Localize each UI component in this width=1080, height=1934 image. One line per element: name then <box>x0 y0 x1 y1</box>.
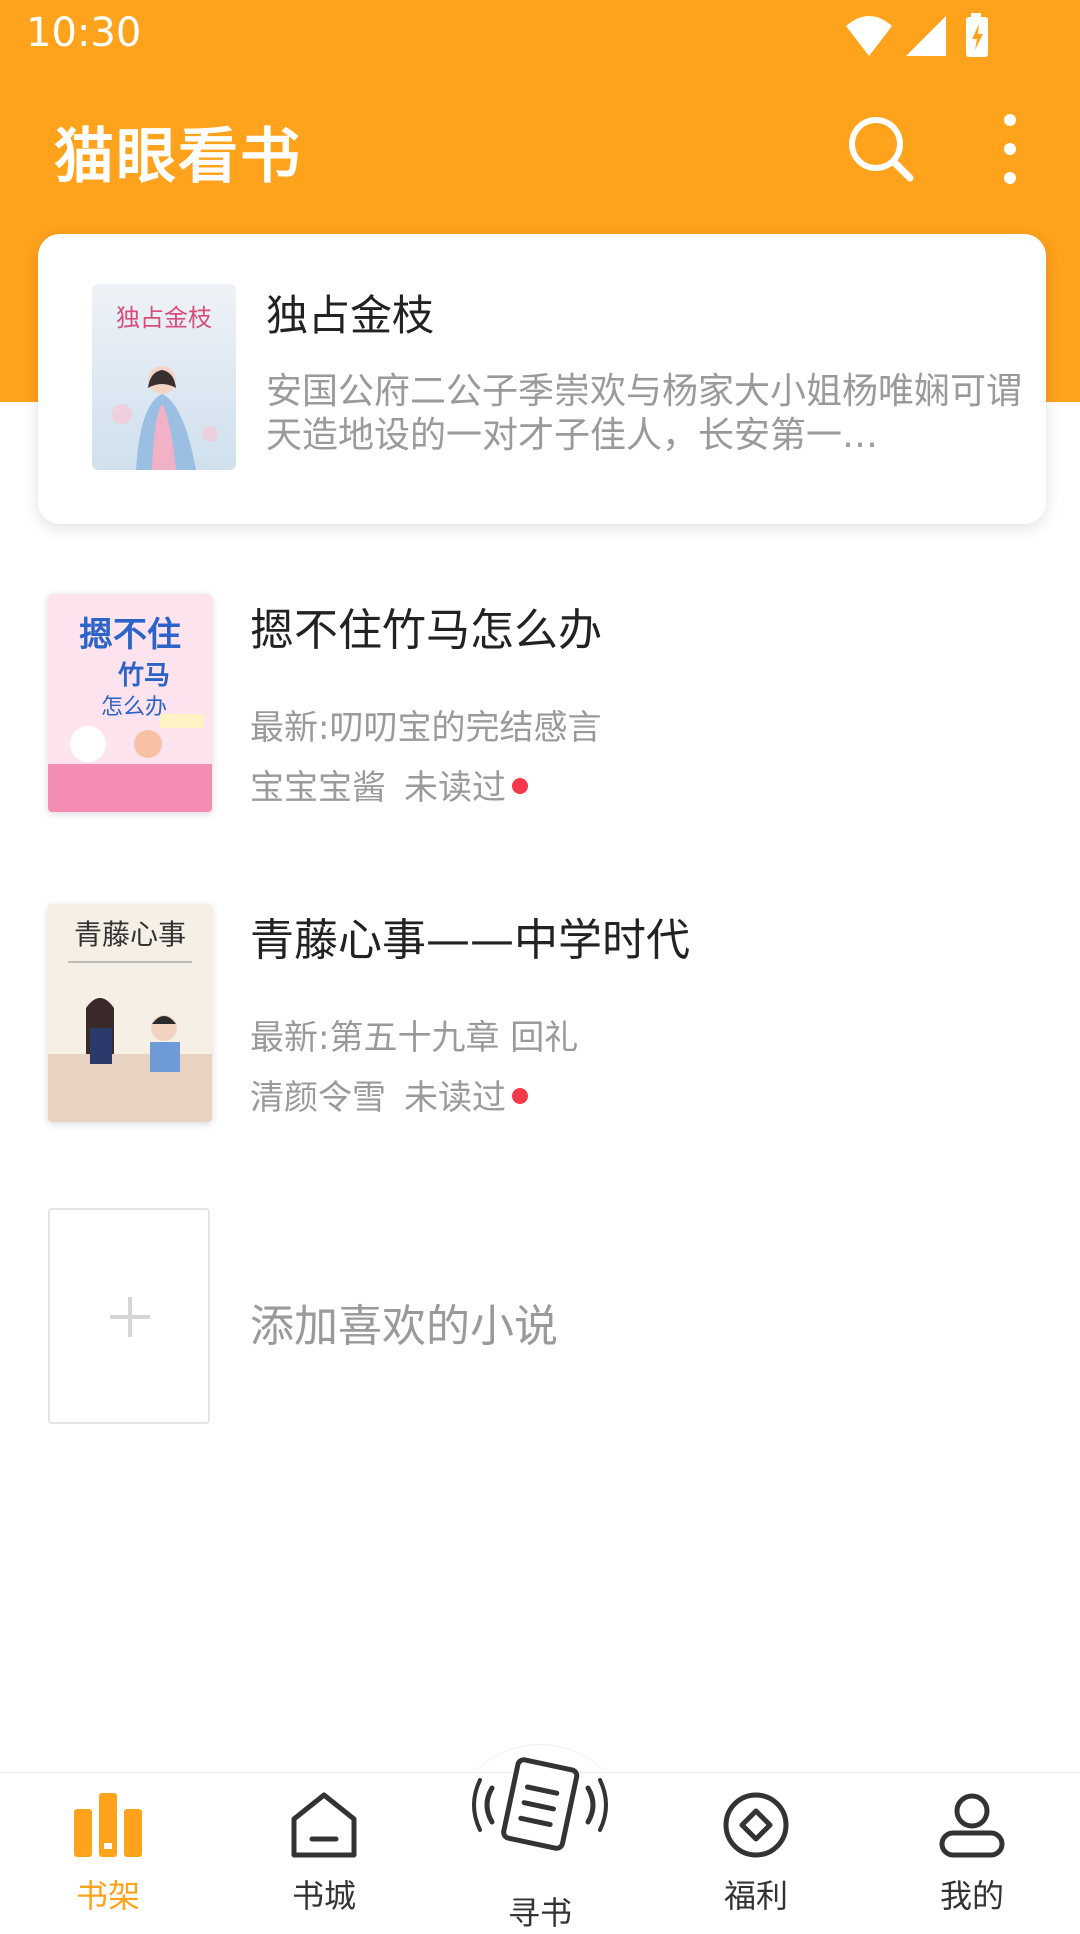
book-item[interactable]: 青藤心事 青藤心事——中学时代 最新:第五十九章 回礼 清颜令雪 未读过 <box>0 904 1080 1124</box>
add-book-label[interactable]: 添加喜欢的小说 <box>250 1290 558 1354</box>
svg-text:青藤心事: 青藤心事 <box>74 918 186 951</box>
bonus-icon <box>723 1792 789 1858</box>
svg-text:怎么办: 怎么办 <box>101 695 167 720</box>
featured-book-title: 独占金枝 <box>266 291 435 340</box>
tab-bookstore[interactable]: 书城 <box>244 1773 404 1921</box>
tab-label: 我的 <box>939 1877 1004 1915</box>
svg-text:竹马: 竹马 <box>117 661 170 691</box>
status-time: 10:30 <box>26 10 142 56</box>
more-vertical-icon <box>1004 114 1016 184</box>
book-title: 青藤心事——中学时代 <box>250 915 690 966</box>
featured-book-card[interactable]: 独占金枝 独占金枝 安国公府二公子季崇欢与杨家大小姐杨唯娴可谓天造地设的一对才子… <box>38 234 1046 524</box>
book-meta: 清颜令雪 未读过 <box>250 1070 528 1119</box>
latest-chapter: 最新:叨叨宝的完结感言 <box>250 708 602 748</box>
tab-bookshelf[interactable]: 书架 <box>28 1773 188 1921</box>
book-author: 清颜令雪 <box>250 1078 386 1118</box>
wifi-icon <box>846 16 892 56</box>
book-cover: 独占金枝 <box>92 284 236 470</box>
signal-icon <box>906 16 946 56</box>
more-options-button[interactable] <box>990 112 1030 186</box>
tab-label: 福利 <box>723 1877 788 1915</box>
status-bar: 10:30 <box>0 0 1080 72</box>
book-meta: 宝宝宝酱 未读过 <box>250 760 528 809</box>
book-title: 摁不住竹马怎么办 <box>250 605 602 656</box>
status-icons <box>844 12 1004 60</box>
add-book-button[interactable] <box>48 1208 210 1424</box>
find-book-icon <box>472 1757 608 1851</box>
latest-chapter: 最新:第五十九章 回礼 <box>250 1018 579 1058</box>
tab-bonus[interactable]: 福利 <box>676 1773 836 1921</box>
book-item[interactable]: 摁不住 竹马 怎么办 摁不住竹马怎么办 最新:叨叨宝的完结感言 宝宝宝酱 未读过 <box>0 594 1080 814</box>
app-title: 猫眼看书 <box>54 122 302 192</box>
search-button[interactable] <box>846 114 916 184</box>
plus-icon <box>110 1297 150 1337</box>
book-cover: 青藤心事 <box>48 904 212 1122</box>
svg-text:独占金枝: 独占金枝 <box>116 304 212 332</box>
unread-dot <box>512 1087 528 1104</box>
tab-profile[interactable]: 我的 <box>892 1773 1052 1921</box>
read-status: 未读过 <box>404 1078 506 1118</box>
tab-label: 书城 <box>291 1877 356 1915</box>
svg-text:摁不住: 摁不住 <box>79 615 181 655</box>
read-status: 未读过 <box>404 768 506 808</box>
battery-icon <box>966 13 988 57</box>
profile-icon <box>939 1793 1005 1858</box>
tab-find-book[interactable]: 寻书 <box>460 1750 620 1932</box>
bookshelf-icon <box>74 1793 142 1857</box>
search-icon <box>849 117 914 182</box>
tab-label: 书架 <box>75 1877 140 1915</box>
unread-dot <box>512 777 528 794</box>
tab-label: 寻书 <box>507 1894 572 1932</box>
book-author: 宝宝宝酱 <box>250 768 386 808</box>
book-cover: 摁不住 竹马 怎么办 <box>48 594 212 812</box>
bookstore-icon <box>291 1792 357 1858</box>
featured-book-description: 安国公府二公子季崇欢与杨家大小姐杨唯娴可谓天造地设的一对才子佳人，长安第一… <box>266 371 1023 456</box>
